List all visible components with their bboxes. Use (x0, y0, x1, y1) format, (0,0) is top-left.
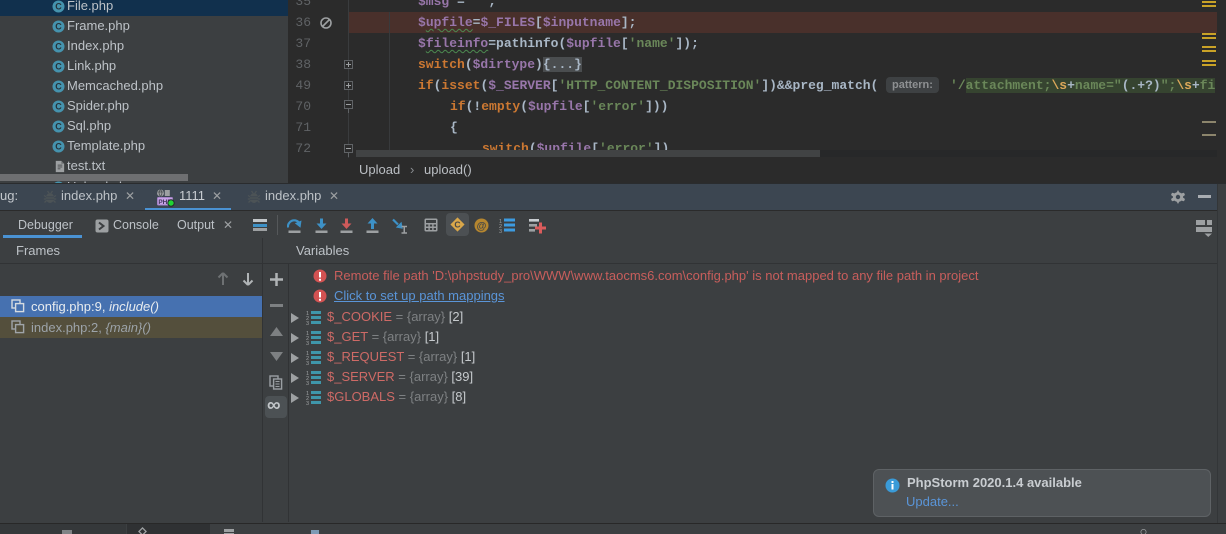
svg-text:C: C (55, 102, 62, 112)
svg-text:C: C (454, 220, 460, 230)
svg-text:C: C (55, 82, 62, 92)
svg-text:@: @ (477, 221, 487, 232)
svg-text:C: C (55, 2, 62, 12)
svg-text:3: 3 (306, 401, 309, 405)
svg-text:C: C (55, 62, 62, 72)
svg-text:C: C (55, 142, 62, 152)
svg-text:3: 3 (499, 229, 502, 233)
svg-text:C: C (55, 22, 62, 32)
svg-text:3: 3 (306, 321, 309, 325)
svg-text:C: C (55, 122, 62, 132)
svg-text:3: 3 (306, 341, 309, 345)
svg-text:C: C (55, 42, 62, 52)
svg-text:3: 3 (306, 381, 309, 385)
svg-text:3: 3 (306, 361, 309, 365)
